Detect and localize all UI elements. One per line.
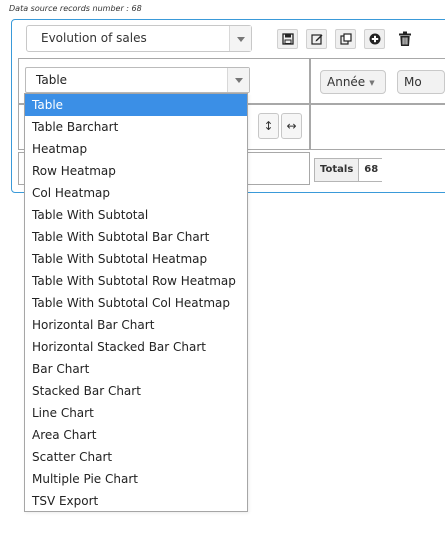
renderer-option[interactable]: Scatter Chart [25,446,247,468]
pivot-name-select[interactable]: Evolution of sales [26,25,252,52]
column-field-mo[interactable]: Mo [397,70,445,94]
renderer-option[interactable]: TSV Export [25,490,247,512]
renderer-option[interactable]: Table With Subtotal [25,204,247,226]
renderer-option[interactable]: Row Heatmap [25,160,247,182]
renderer-option[interactable]: Table With Subtotal Row Heatmap [25,270,247,292]
renderer-option[interactable]: Bar Chart [25,358,247,380]
chevron-down-icon[interactable] [229,26,251,51]
renderer-option[interactable]: Table [25,94,247,116]
renderer-dropdown-list: Table Table Barchart Heatmap Row Heatmap Col… [24,93,248,512]
totals-label: Totals [315,159,360,181]
chevron-down-icon[interactable] [227,68,249,92]
totals-value: 68 [359,159,384,181]
delete-button[interactable] [394,29,415,49]
save-button[interactable] [277,29,298,49]
copy-icon [339,33,352,45]
row-order-button[interactable]: ↕ [258,113,279,139]
renderer-option[interactable]: Horizontal Bar Chart [25,314,247,336]
plus-circle-icon [369,33,380,45]
pivot-name-value: Evolution of sales [41,31,147,45]
renderer-select[interactable]: Table [25,67,250,93]
renderer-option[interactable]: Line Chart [25,402,247,424]
renderer-option[interactable]: Table With Subtotal Bar Chart [25,226,247,248]
trash-icon [398,31,411,46]
renderer-option[interactable]: Table Barchart [25,116,247,138]
records-count-label: Data source records number : 68 [9,4,142,13]
horizontal-arrows-icon: ↔ [286,119,297,133]
renderer-option[interactable]: Area Chart [25,424,247,446]
vertical-arrows-icon: ↕ [263,119,274,133]
save-icon [281,33,294,45]
col-order-button[interactable]: ↔ [281,113,302,139]
renderer-selected-value: Table [36,73,68,87]
totals-cell: Totals 68 [314,158,384,182]
renderer-option[interactable]: Table With Subtotal Heatmap [25,248,247,270]
column-field-annee[interactable]: Année ▼ [320,70,386,94]
renderer-option[interactable]: Col Heatmap [25,182,247,204]
add-button[interactable] [364,29,385,49]
renderer-option[interactable]: Multiple Pie Chart [25,468,247,490]
row-fields-area [310,104,445,150]
renderer-option[interactable]: Table With Subtotal Col Heatmap [25,292,247,314]
triangle-down-icon[interactable]: ▼ [369,79,374,87]
renderer-option[interactable]: Stacked Bar Chart [25,380,247,402]
renderer-option[interactable]: Horizontal Stacked Bar Chart [25,336,247,358]
edit-button[interactable] [306,29,327,49]
edit-icon [310,34,322,45]
copy-button[interactable] [335,29,356,49]
renderer-option[interactable]: Heatmap [25,138,247,160]
